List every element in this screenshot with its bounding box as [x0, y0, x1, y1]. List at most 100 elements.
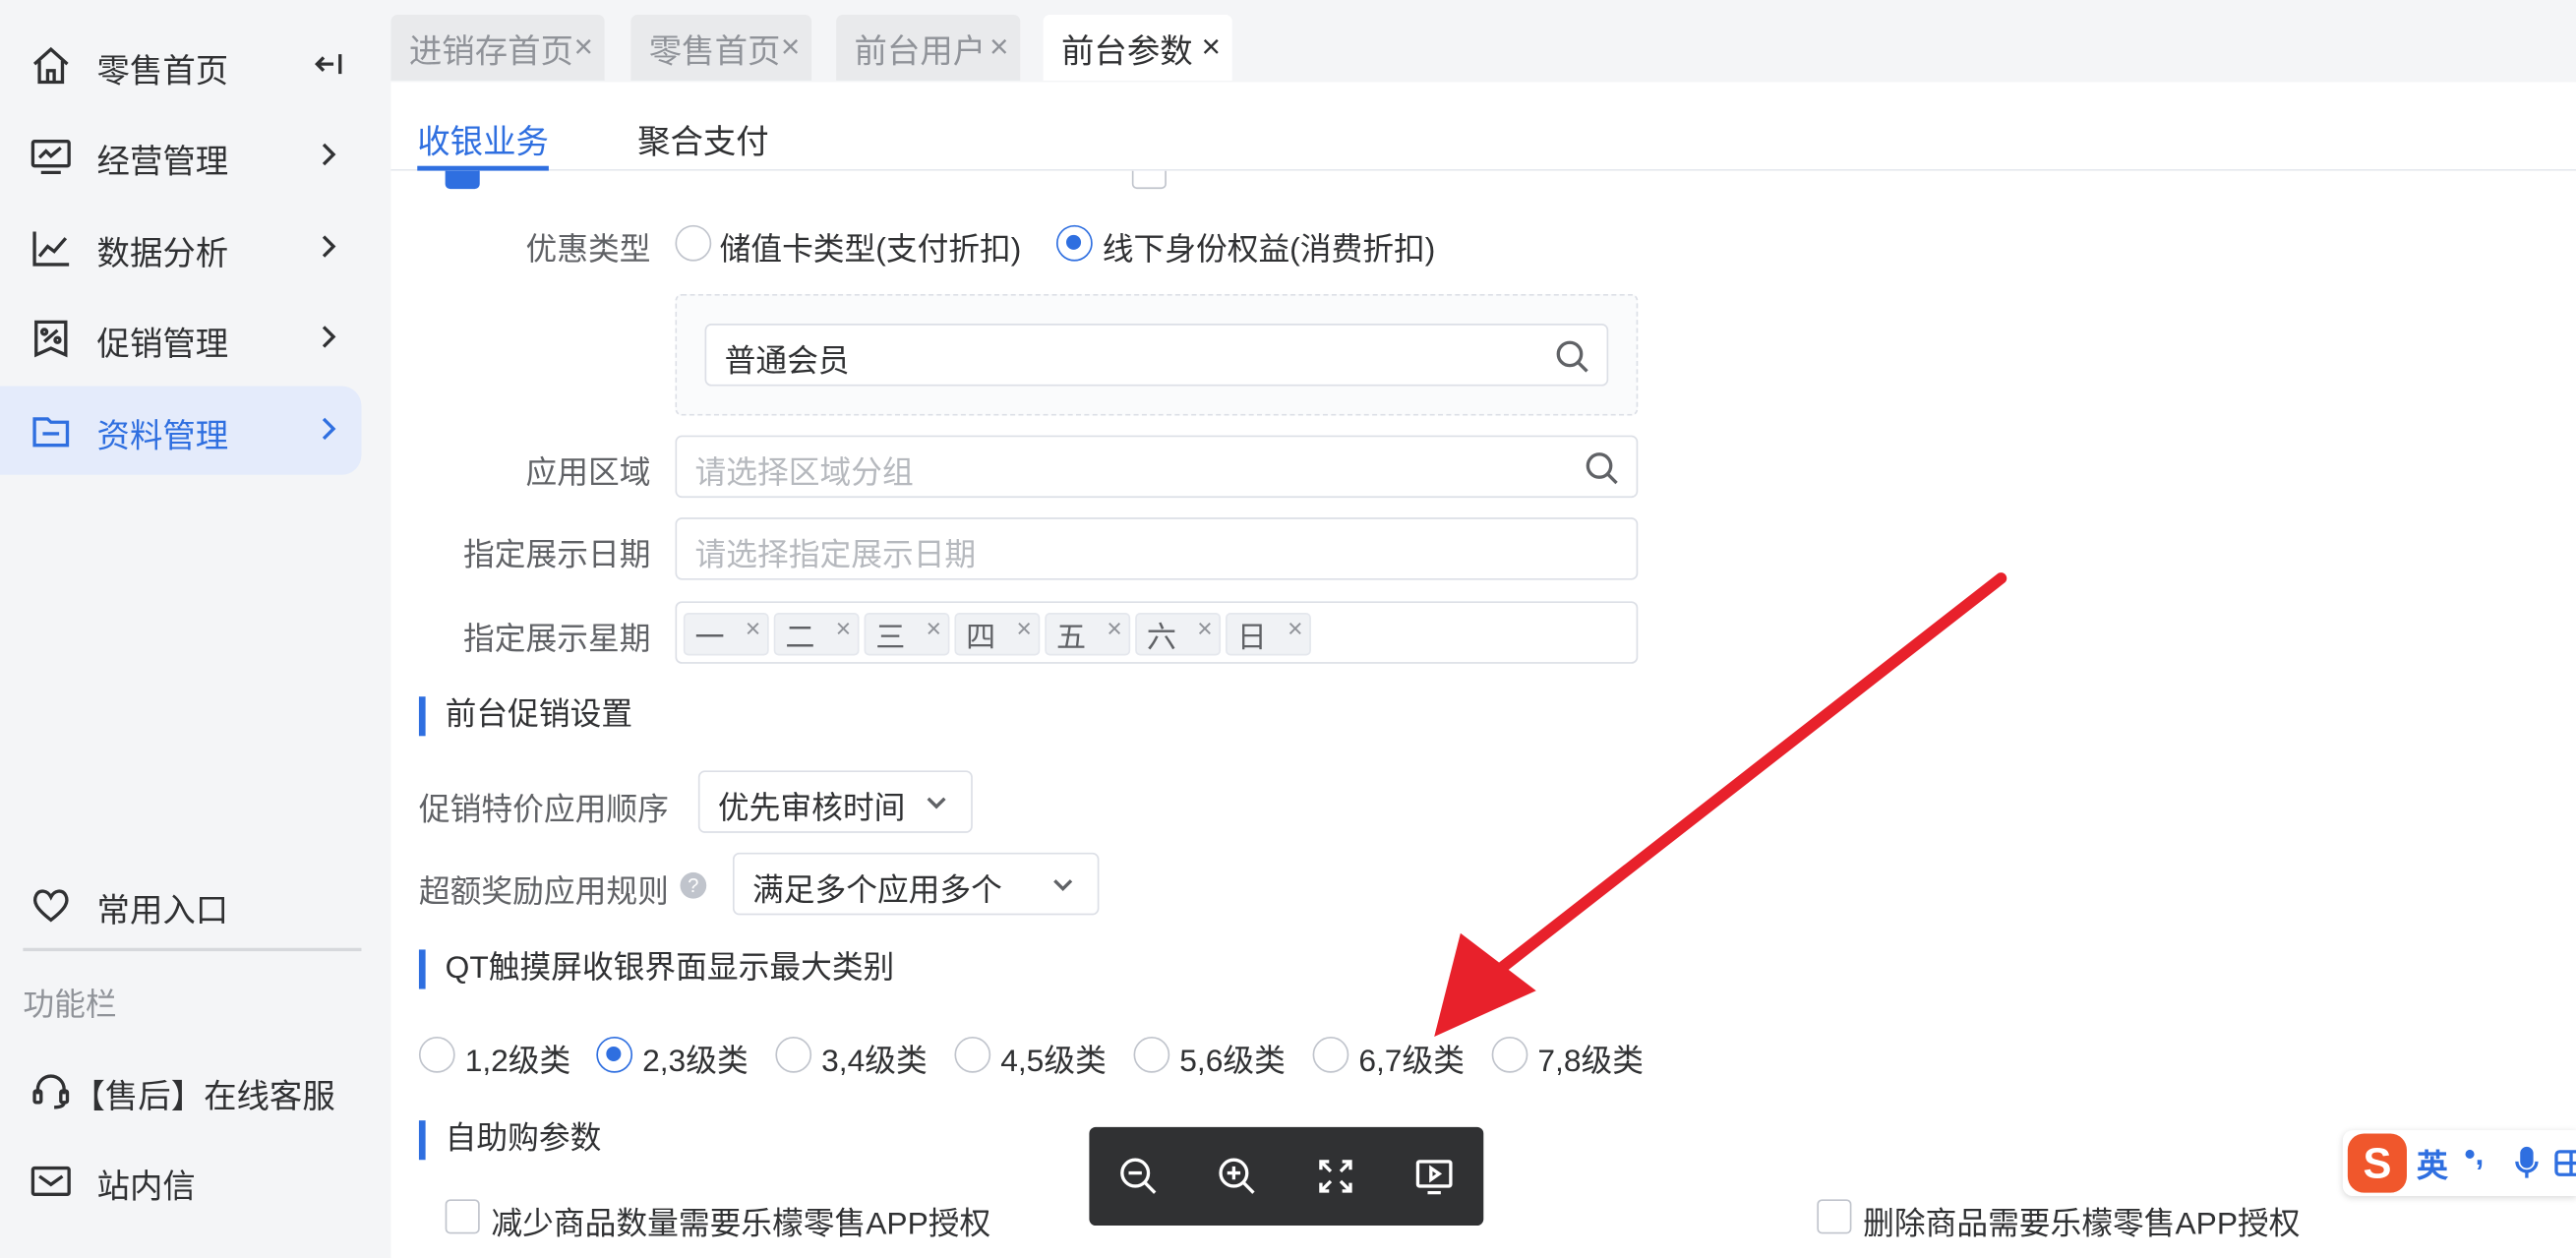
qt-section-title: QT触摸屏收银界面显示最大类别	[418, 949, 894, 989]
main-screen-only-checkbox[interactable]	[1131, 170, 1167, 190]
close-icon[interactable]: ×	[836, 616, 852, 645]
microphone-icon[interactable]	[2510, 1145, 2543, 1181]
member-level-value: 普通会员	[724, 344, 850, 380]
discount-type-label: 优惠类型	[525, 233, 651, 269]
promotion-icon	[28, 316, 74, 362]
price-order-select[interactable]: 优先审核时间	[697, 770, 973, 833]
sidebar-item-promotion-management[interactable]: 促销管理	[0, 294, 361, 383]
region-placeholder: 请选择区域分组	[694, 456, 914, 492]
weekday-tag: 四 ×	[954, 613, 1041, 656]
tab-retail-home[interactable]: 零售首页 ×	[630, 15, 812, 81]
chevron-right-icon	[312, 412, 344, 445]
image-viewer-toolbar	[1089, 1126, 1484, 1227]
tab-front-params[interactable]: 前台参数 ×	[1043, 15, 1232, 81]
home-icon	[28, 42, 74, 89]
qt-option-label: 4,5级类	[1000, 1045, 1107, 1080]
tab-label: 零售首页	[648, 33, 781, 70]
sidebar-item-business-management[interactable]: 经营管理	[0, 112, 361, 201]
price-order-label: 促销特价应用顺序	[418, 793, 669, 828]
qt-radio-2-3[interactable]	[596, 1036, 633, 1073]
qt-radio-3-4[interactable]	[775, 1036, 812, 1073]
headset-icon	[28, 1068, 74, 1114]
close-icon[interactable]: ×	[1288, 616, 1303, 645]
weekday-input[interactable]: 一 × 二 × 三 × 四 × 五 × 六 × 日 ×	[675, 601, 1639, 664]
date-input[interactable]: 请选择指定展示日期	[675, 517, 1639, 580]
tab-front-users[interactable]: 前台用户 ×	[836, 15, 1021, 81]
discount-type-radio-identity[interactable]	[1056, 224, 1093, 262]
qt-radio-6-7[interactable]	[1312, 1036, 1349, 1073]
reduce-qty-auth-checkbox[interactable]	[445, 1199, 480, 1234]
chevron-right-icon	[312, 138, 344, 170]
tab-label: 前台用户	[854, 33, 987, 70]
subtab-aggregate-pay[interactable]: 聚合支付	[637, 115, 769, 162]
search-icon[interactable]	[1584, 450, 1620, 487]
keyboard-icon[interactable]	[2553, 1145, 2576, 1181]
zoom-out-icon[interactable]	[1117, 1155, 1160, 1197]
close-icon[interactable]: ×	[1202, 30, 1222, 67]
member-level-input[interactable]: 普通会员	[704, 324, 1609, 387]
close-icon[interactable]: ×	[781, 30, 801, 67]
sidebar-item-label: 零售首页	[96, 54, 229, 90]
tab-inventory-home[interactable]: 进销存首页 ×	[390, 15, 605, 81]
chevron-right-icon	[312, 321, 344, 353]
folder-icon	[28, 407, 74, 453]
heart-icon	[28, 882, 74, 929]
qt-radio-5-6[interactable]	[1133, 1036, 1170, 1073]
close-icon[interactable]: ×	[746, 616, 761, 645]
tab-label: 进销存首页	[408, 33, 573, 70]
show-member-price-checkbox[interactable]	[445, 170, 480, 190]
ime-indicator[interactable]: S 英 •,	[2342, 1130, 2576, 1196]
collapse-sidebar-icon[interactable]	[312, 47, 344, 80]
close-icon[interactable]: ×	[1197, 616, 1213, 645]
search-icon[interactable]	[1554, 338, 1590, 375]
date-placeholder: 请选择指定展示日期	[694, 538, 977, 573]
sidebar-item-label: 站内信	[96, 1169, 196, 1207]
chevron-right-icon	[312, 230, 344, 263]
close-icon[interactable]: ×	[989, 30, 1009, 67]
region-label: 应用区域	[525, 456, 651, 492]
sidebar-item-label: 常用入口	[96, 893, 229, 930]
sidebar-item-inbox[interactable]: 站内信	[0, 1137, 361, 1226]
zoom-in-icon[interactable]	[1216, 1155, 1258, 1197]
subtab-cashier[interactable]: 收银业务	[417, 115, 549, 162]
weekday-tag: 二 ×	[773, 613, 860, 656]
qt-option-label: 5,6级类	[1179, 1045, 1286, 1080]
member-level-box: 普通会员	[675, 293, 1639, 416]
weekday-tag: 日 ×	[1226, 613, 1311, 656]
discount-type-option: 储值卡类型(支付折扣)	[719, 233, 1022, 269]
ime-language[interactable]: 英	[2417, 1142, 2448, 1186]
over-reward-select[interactable]: 满足多个应用多个	[732, 852, 1100, 916]
close-icon[interactable]: ×	[573, 30, 593, 67]
sidebar-item-favorites[interactable]: 常用入口	[0, 861, 361, 949]
ime-punctuation[interactable]: •,	[2464, 1139, 2484, 1175]
sidebar: 零售首页 经营管理 数据分析 促销管理 资料管理 常用入口 功能栏 【售后】在线…	[0, 0, 391, 1258]
sidebar-item-data-analysis[interactable]: 数据分析	[0, 204, 361, 292]
close-icon[interactable]: ×	[1016, 616, 1032, 645]
over-reward-value: 满足多个应用多个	[751, 873, 1002, 909]
qt-radio-7-8[interactable]	[1491, 1036, 1528, 1073]
sidebar-item-data-management[interactable]: 资料管理	[0, 386, 362, 475]
discount-type-option: 线下身份权益(消费折扣)	[1102, 233, 1436, 269]
sidebar-item-online-service[interactable]: 【售后】在线客服	[0, 1047, 361, 1135]
help-icon[interactable]: ?	[680, 871, 707, 899]
date-label: 指定展示日期	[463, 538, 651, 573]
slideshow-icon[interactable]	[1412, 1155, 1455, 1197]
sidebar-item-retail-home[interactable]: 零售首页	[0, 22, 361, 110]
region-input[interactable]: 请选择区域分组	[675, 435, 1639, 499]
close-icon[interactable]: ×	[926, 616, 941, 645]
delete-item-auth-checkbox[interactable]	[1817, 1199, 1852, 1234]
weekday-tag: 三 ×	[864, 613, 950, 656]
monitor-icon	[28, 133, 74, 179]
fullscreen-icon[interactable]	[1314, 1155, 1356, 1197]
close-icon[interactable]: ×	[1107, 616, 1122, 645]
mail-icon	[28, 1159, 74, 1205]
sidebar-item-label: 经营管理	[96, 144, 229, 181]
sidebar-item-label: 数据分析	[96, 236, 229, 273]
reduce-qty-auth-label: 减少商品数量需要乐檬零售APP授权	[491, 1207, 991, 1242]
discount-type-radio-card[interactable]	[675, 224, 712, 262]
over-reward-label: 超额奖励应用规则	[418, 875, 669, 911]
qt-radio-4-5[interactable]	[954, 1036, 991, 1073]
weekday-tag: 五 ×	[1045, 613, 1131, 656]
chevron-down-icon	[922, 787, 951, 816]
qt-radio-1-2[interactable]	[418, 1036, 455, 1073]
